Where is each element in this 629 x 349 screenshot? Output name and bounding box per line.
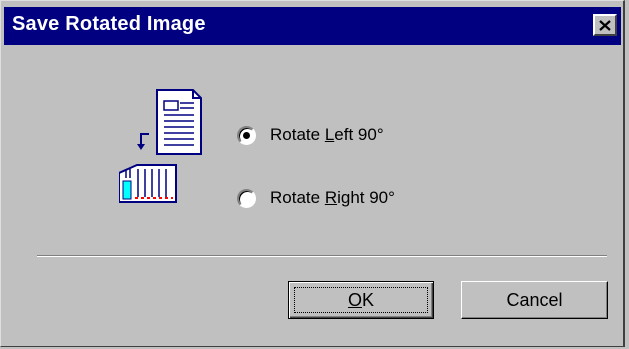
close-button[interactable] — [593, 14, 617, 36]
portrait-page-icon — [156, 89, 202, 155]
rotate-right-option[interactable]: Rotate Right 90° — [237, 188, 395, 208]
rotate-left-option[interactable]: Rotate Left 90° — [237, 125, 384, 145]
radio-selected-dot — [243, 131, 250, 139]
focus-rectangle — [294, 287, 428, 313]
rotate-right-label: Rotate Right 90° — [270, 188, 395, 207]
rotate-left-radio[interactable] — [237, 125, 256, 145]
close-x-icon — [599, 19, 611, 31]
dialog-title: Save Rotated Image — [12, 13, 206, 35]
ok-button[interactable]: OK — [288, 281, 434, 319]
title-bar[interactable]: Save Rotated Image — [4, 7, 621, 45]
rotate-arrow-icon — [137, 133, 149, 150]
cancel-button[interactable]: Cancel — [461, 281, 608, 319]
rotate-left-label: Rotate Left 90° — [270, 125, 384, 144]
rotate-right-radio[interactable] — [237, 188, 256, 208]
landscape-page-icon — [118, 164, 177, 203]
cancel-label: Cancel — [506, 289, 563, 310]
rotate-page-illustration-icon — [118, 89, 209, 224]
separator-line — [37, 255, 607, 257]
save-rotated-image-dialog: Save Rotated Image Rotate Left 90° Rotat… — [0, 0, 625, 347]
